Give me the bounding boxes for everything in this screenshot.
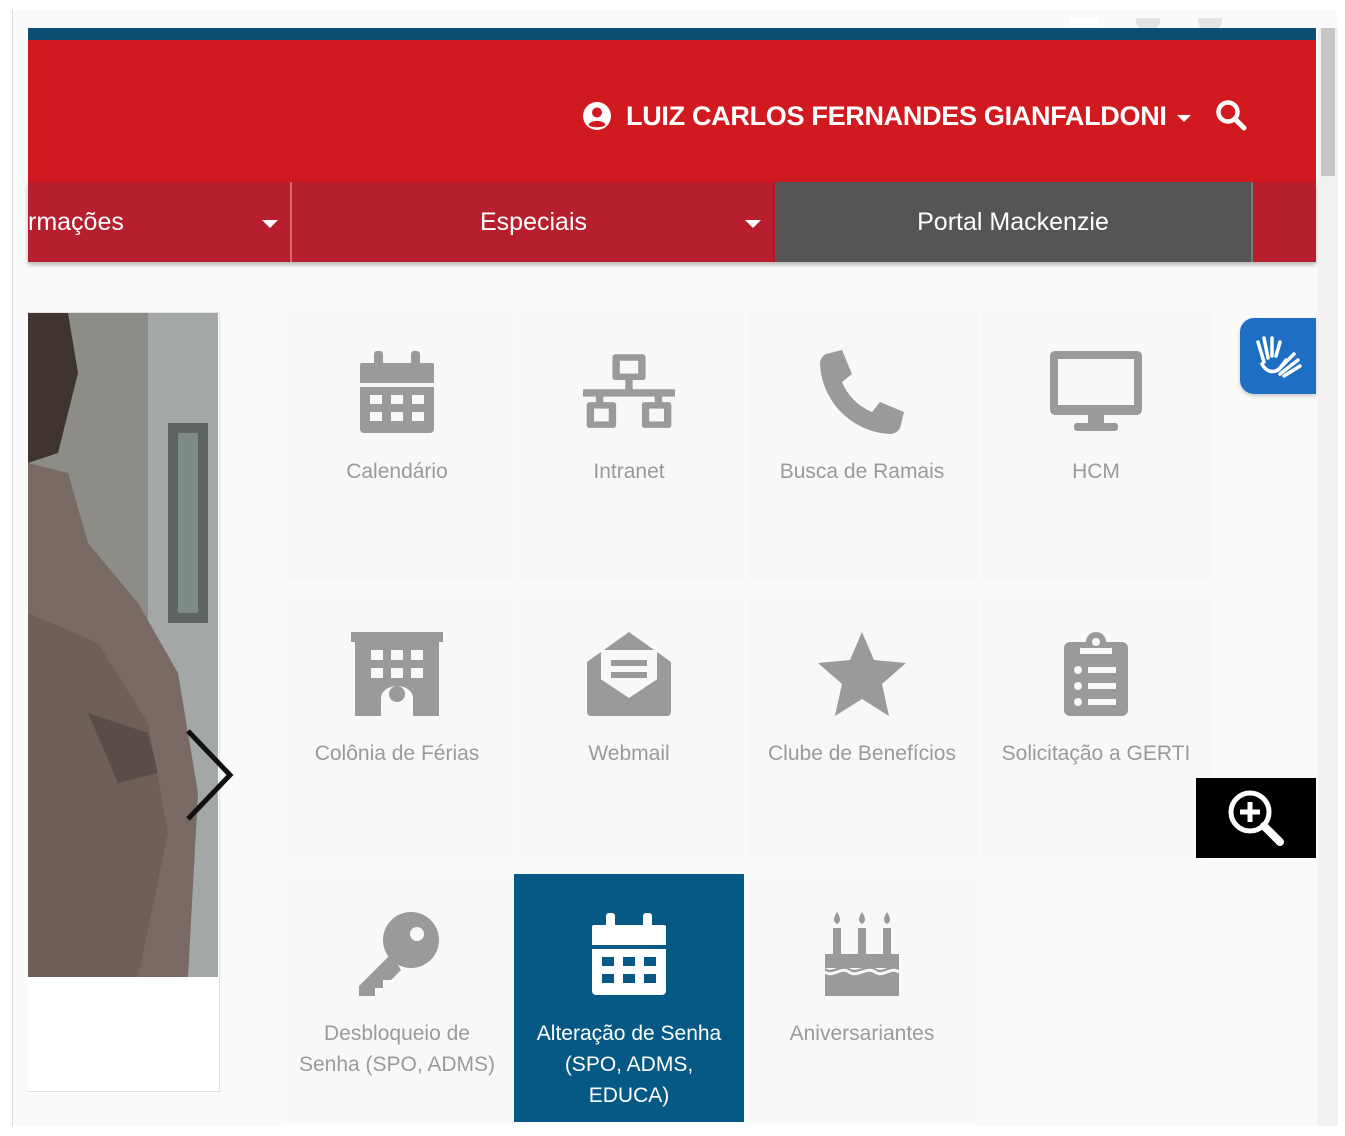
tile-label: Solicitação a GERTI (1001, 742, 1191, 765)
sign-language-hands-icon (1256, 336, 1302, 378)
nav-item-label: Portal Mackenzie (917, 207, 1109, 236)
envelope-open-icon (587, 632, 671, 716)
nav-item-label: rmações (28, 207, 124, 236)
tile-intranet[interactable]: Intranet (514, 312, 744, 580)
zoom-in-icon (1228, 790, 1284, 846)
clipboard-list-icon (1064, 632, 1128, 716)
tile-label: Busca de Ramais (779, 460, 945, 483)
banner-card (28, 312, 234, 1092)
tile-label: Desbloqueio de Senha (SPO, ADMS) (298, 1022, 496, 1076)
tile-aniversariantes[interactable]: Aniversariantes (747, 874, 977, 1122)
calendar-icon (360, 351, 434, 433)
tile-desbloqueio-de-senha[interactable]: Desbloqueio de Senha (SPO, ADMS) (282, 874, 512, 1122)
search-icon[interactable] (1214, 98, 1248, 132)
tile-label: Alteração de Senha (SPO, ADMS, EDUCA) (536, 1022, 722, 1107)
vlibras-button[interactable] (1240, 318, 1316, 394)
person-photo (28, 313, 218, 977)
star-icon (818, 632, 906, 716)
nav-item-informacoes[interactable]: rmações (28, 182, 292, 262)
tile-clube-de-beneficios[interactable]: Clube de Benefícios (747, 594, 977, 862)
user-menu[interactable]: LUIZ CARLOS FERNANDES GIANFALDONI (582, 98, 1191, 134)
network-icon (583, 354, 675, 428)
phone-icon (820, 350, 904, 434)
tile-label: Intranet (593, 460, 665, 483)
tile-label: Aniversariantes (789, 1022, 935, 1045)
banner-photo (28, 313, 218, 977)
tile-colonia-de-ferias[interactable]: Colônia de Férias (282, 594, 512, 862)
tile-label: Colônia de Férias (314, 742, 480, 765)
nav-item-label: Especiais (480, 207, 587, 236)
user-circle-icon (583, 102, 611, 130)
building-icon (351, 632, 443, 716)
vertical-scrollbar[interactable] (1318, 28, 1338, 1126)
tile-calendario[interactable]: Calendário (282, 312, 512, 580)
tile-label: HCM (1072, 460, 1120, 483)
birthday-cake-icon (825, 912, 899, 996)
tile-label: Calendário (346, 460, 448, 483)
tile-label: Webmail (588, 742, 670, 765)
caret-down-icon (1176, 114, 1191, 122)
calendar-icon (592, 913, 666, 995)
caret-down-icon (262, 220, 278, 228)
desktop-icon (1050, 351, 1142, 431)
tile-label: Clube de Benefícios (768, 742, 956, 765)
tile-alteracao-de-senha[interactable]: Alteração de Senha (SPO, ADMS, EDUCA) (514, 874, 744, 1122)
tile-busca-de-ramais[interactable]: Busca de Ramais (747, 312, 977, 580)
tile-hcm[interactable]: HCM (981, 312, 1211, 580)
key-icon (359, 912, 439, 996)
scrollbar-thumb[interactable] (1321, 28, 1335, 176)
main-nav: rmações Especiais Portal Mackenzie (28, 182, 1316, 262)
user-name: LUIZ CARLOS FERNANDES GIANFALDONI (626, 100, 1167, 131)
zoom-button[interactable] (1196, 778, 1316, 858)
nav-item-especiais[interactable]: Especiais (294, 182, 774, 262)
tile-webmail[interactable]: Webmail (514, 594, 744, 862)
tile-solicitacao-gerti[interactable]: Solicitação a GERTI (981, 594, 1211, 862)
nav-item-portal-mackenzie[interactable]: Portal Mackenzie (775, 182, 1253, 262)
chevron-right-icon[interactable] (178, 723, 238, 823)
caret-down-icon (745, 220, 761, 228)
